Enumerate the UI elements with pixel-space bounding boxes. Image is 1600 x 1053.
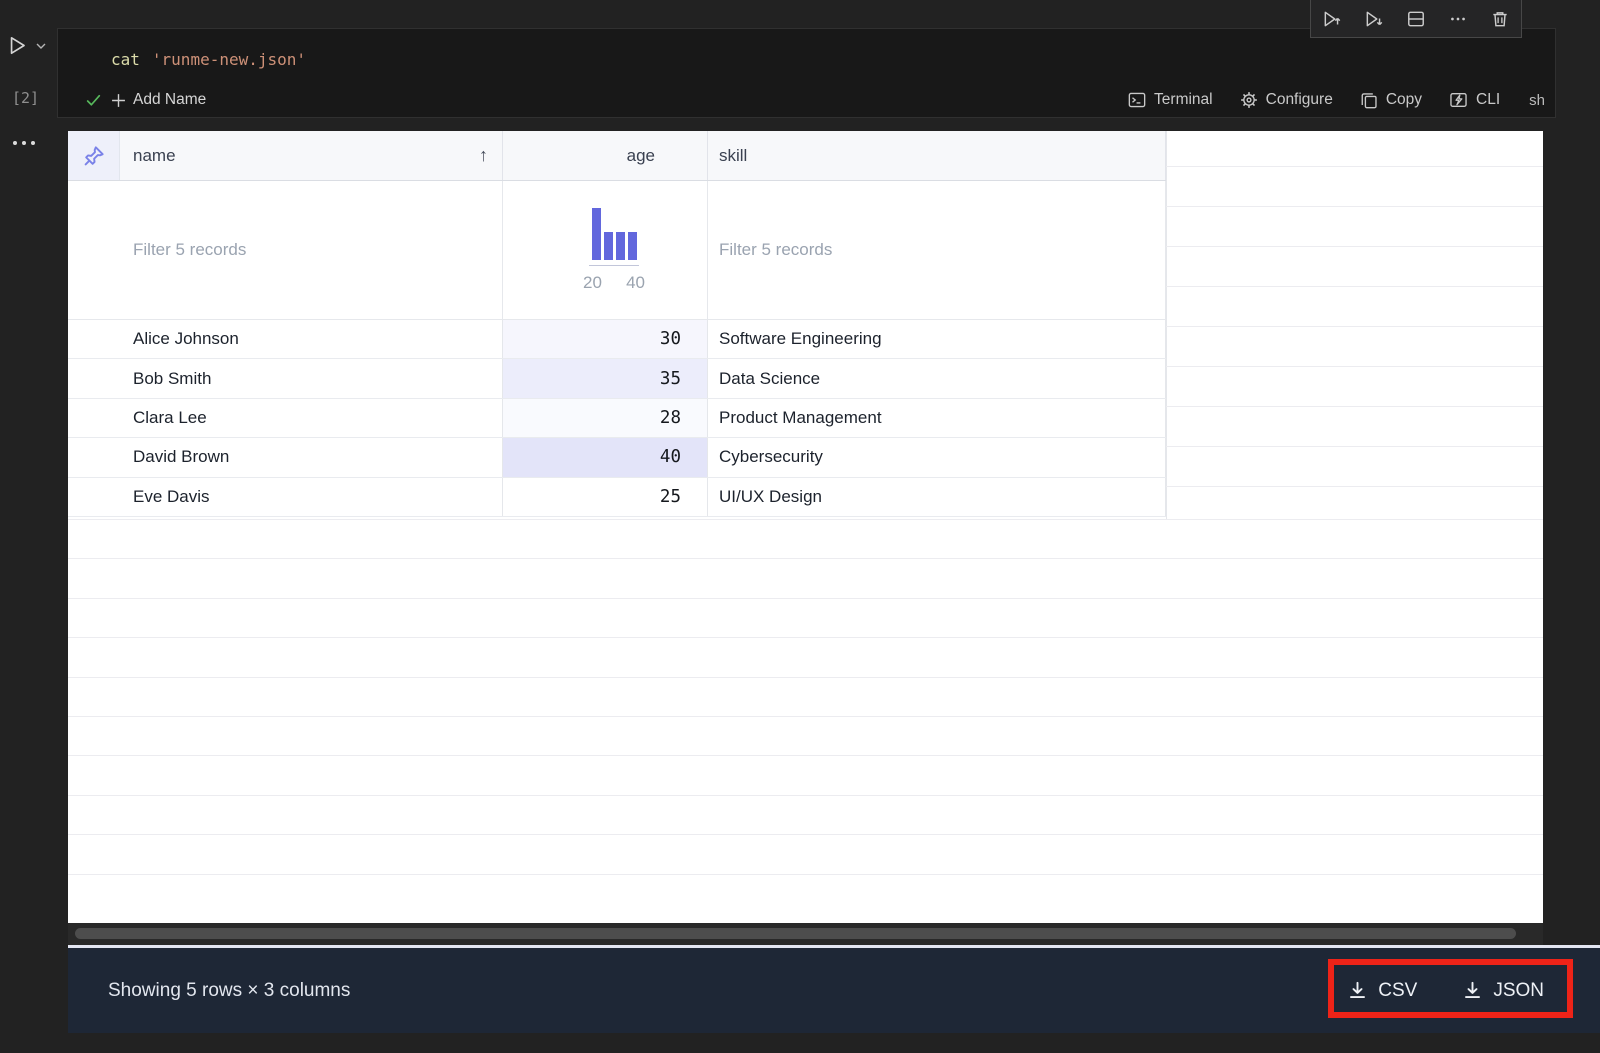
success-check-icon — [85, 92, 102, 109]
code-cell[interactable]: cat 'runme-new.json' Add Name Terminal Co… — [57, 28, 1556, 118]
terminal-button[interactable]: Terminal — [1128, 91, 1213, 109]
copy-icon — [1361, 93, 1377, 109]
cell-age[interactable]: 28 — [503, 398, 708, 438]
table-body: Alice Johnson 30 Software Engineering Bob S… — [68, 320, 1166, 517]
cell-toolbar — [1310, 0, 1522, 38]
empty-grid-line — [1166, 166, 1543, 167]
language-badge: sh — [1529, 91, 1545, 109]
plus-icon — [112, 93, 125, 107]
empty-grid-line — [68, 637, 1543, 639]
pin-column-header[interactable] — [68, 131, 120, 180]
cli-button[interactable]: CLI — [1449, 91, 1500, 109]
download-icon — [1350, 981, 1366, 998]
execute-above-button[interactable] — [1322, 9, 1342, 29]
cell-skill[interactable]: Software Engineering — [708, 320, 1166, 359]
configure-button[interactable]: Configure — [1240, 91, 1333, 109]
download-csv-button[interactable]: CSV — [1348, 980, 1417, 1002]
run-cell-button[interactable] — [8, 36, 27, 55]
column-header-skill[interactable]: skill — [708, 131, 1166, 180]
terminal-icon — [1128, 92, 1146, 108]
histogram-tick-min: 20 — [583, 272, 602, 292]
output-more-actions-icon[interactable] — [13, 141, 35, 145]
split-cell-button[interactable] — [1406, 9, 1426, 29]
name-filter-input[interactable]: Filter 5 records — [68, 181, 503, 319]
row-count-summary: Showing 5 rows × 3 columns — [108, 979, 351, 1001]
copy-button[interactable]: Copy — [1360, 91, 1422, 109]
empty-grid-line — [68, 873, 1543, 875]
empty-grid-line — [1166, 206, 1543, 207]
column-header-age[interactable]: age — [503, 131, 708, 180]
histogram-tick-max: 40 — [626, 272, 645, 292]
table-row[interactable]: Eve Davis 25 UI/UX Design — [68, 477, 1166, 517]
grid-right-edge — [1166, 131, 1167, 519]
delete-cell-button[interactable] — [1490, 9, 1510, 29]
download-json-button[interactable]: JSON — [1463, 980, 1544, 1002]
skill-filter-input[interactable]: Filter 5 records — [708, 181, 1166, 319]
filter-row: Filter 5 records 20 40 Filter 5 records — [68, 181, 1166, 320]
scrollbar-thumb[interactable] — [75, 928, 1516, 939]
empty-grid-line — [1166, 326, 1543, 327]
cell-name[interactable]: David Brown — [68, 438, 503, 477]
histogram-bars — [591, 207, 637, 260]
download-icon — [1465, 981, 1481, 998]
age-histogram-filter[interactable]: 20 40 — [503, 181, 708, 319]
cell-name[interactable]: Alice Johnson — [68, 320, 503, 359]
command-token: cat — [111, 50, 140, 69]
column-header-name[interactable]: name ↑ — [120, 131, 503, 180]
table-row[interactable]: Clara Lee 28 Product Management — [68, 398, 1166, 439]
cell-skill[interactable]: Cybersecurity — [708, 438, 1166, 477]
age-histogram: 20 40 — [583, 207, 645, 293]
table-row[interactable]: David Brown 40 Cybersecurity — [68, 438, 1166, 478]
cell-skill[interactable]: Product Management — [708, 398, 1166, 438]
table-header-row: name ↑ age skill — [68, 131, 1166, 181]
table-footer: Showing 5 rows × 3 columns CSV JSON — [68, 948, 1600, 1033]
horizontal-scrollbar[interactable] — [68, 923, 1543, 945]
cell-skill[interactable]: UI/UX Design — [708, 477, 1166, 516]
empty-grid-line — [68, 519, 1543, 520]
cell-skill[interactable]: Data Science — [708, 359, 1166, 398]
execute-below-button[interactable] — [1364, 9, 1384, 29]
cell-name[interactable]: Eve Davis — [68, 477, 503, 516]
more-actions-icon[interactable] — [1448, 9, 1468, 29]
command-argument: 'runme-new.json' — [151, 50, 307, 69]
cell-name[interactable]: Bob Smith — [68, 359, 503, 398]
cell-name[interactable]: Clara Lee — [68, 398, 503, 438]
empty-grid-line — [68, 834, 1543, 836]
empty-grid-line — [1166, 366, 1543, 367]
empty-grid-line — [1166, 246, 1543, 247]
add-name-button[interactable]: Add Name — [111, 91, 206, 109]
pin-icon — [84, 145, 104, 165]
empty-grid-line — [68, 597, 1543, 599]
empty-grid-line — [68, 755, 1543, 757]
empty-grid-line — [68, 558, 1543, 560]
cli-icon — [1450, 93, 1467, 107]
empty-grid-line — [68, 676, 1543, 678]
table-row[interactable]: Bob Smith 35 Data Science — [68, 359, 1166, 399]
sort-ascending-icon[interactable]: ↑ — [479, 145, 488, 166]
table-output: name ↑ age skill Filter 5 records 20 40 — [68, 131, 1543, 923]
cell-age[interactable]: 25 — [503, 477, 708, 516]
empty-grid-line — [1166, 286, 1543, 287]
cell-age[interactable]: 35 — [503, 359, 708, 398]
cell-age[interactable]: 40 — [503, 438, 708, 477]
run-options-chevron-icon[interactable] — [35, 40, 47, 52]
empty-grid-line — [68, 794, 1543, 796]
cell-age[interactable]: 30 — [503, 320, 708, 359]
gear-icon — [1240, 92, 1257, 108]
empty-grid-line — [1166, 446, 1543, 447]
empty-grid-line — [1166, 486, 1543, 487]
empty-grid-line — [1166, 406, 1543, 407]
notebook-window: [2] cat 'runme-new.json' Add Name Termina… — [0, 0, 1600, 1053]
histogram-baseline — [589, 264, 639, 266]
empty-grid-line — [68, 716, 1543, 717]
execution-count: [2] — [12, 89, 40, 107]
command-line[interactable]: cat 'runme-new.json' — [111, 50, 306, 69]
table-row[interactable]: Alice Johnson 30 Software Engineering — [68, 320, 1166, 360]
